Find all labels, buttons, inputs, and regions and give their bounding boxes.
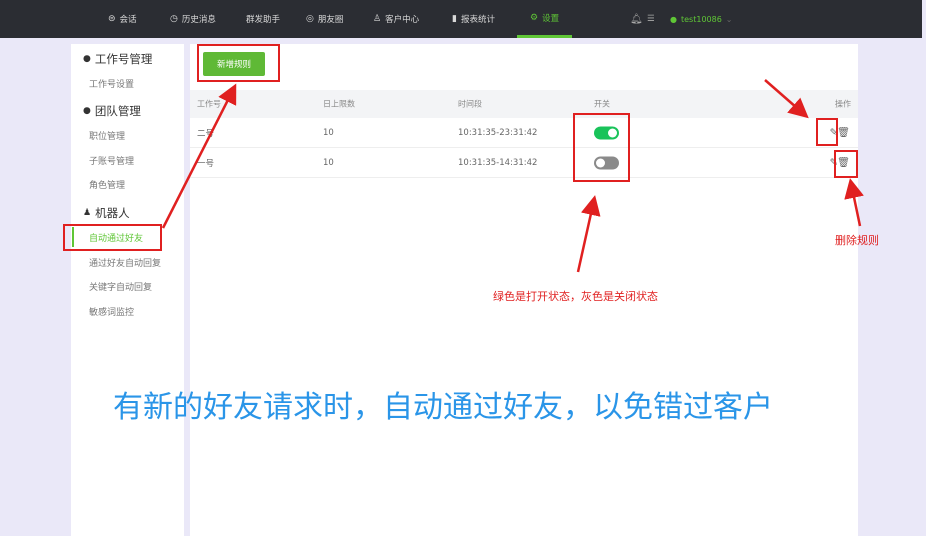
caption-text: 有新的好友请求时，自动通过好友，以免错过客户	[113, 390, 773, 425]
switch-state-note: 绿色是打开状态，灰色是关闭状态	[493, 290, 658, 303]
annotation-arrows	[161, 79, 864, 273]
delete-rule-note: 删除规则	[835, 234, 879, 247]
